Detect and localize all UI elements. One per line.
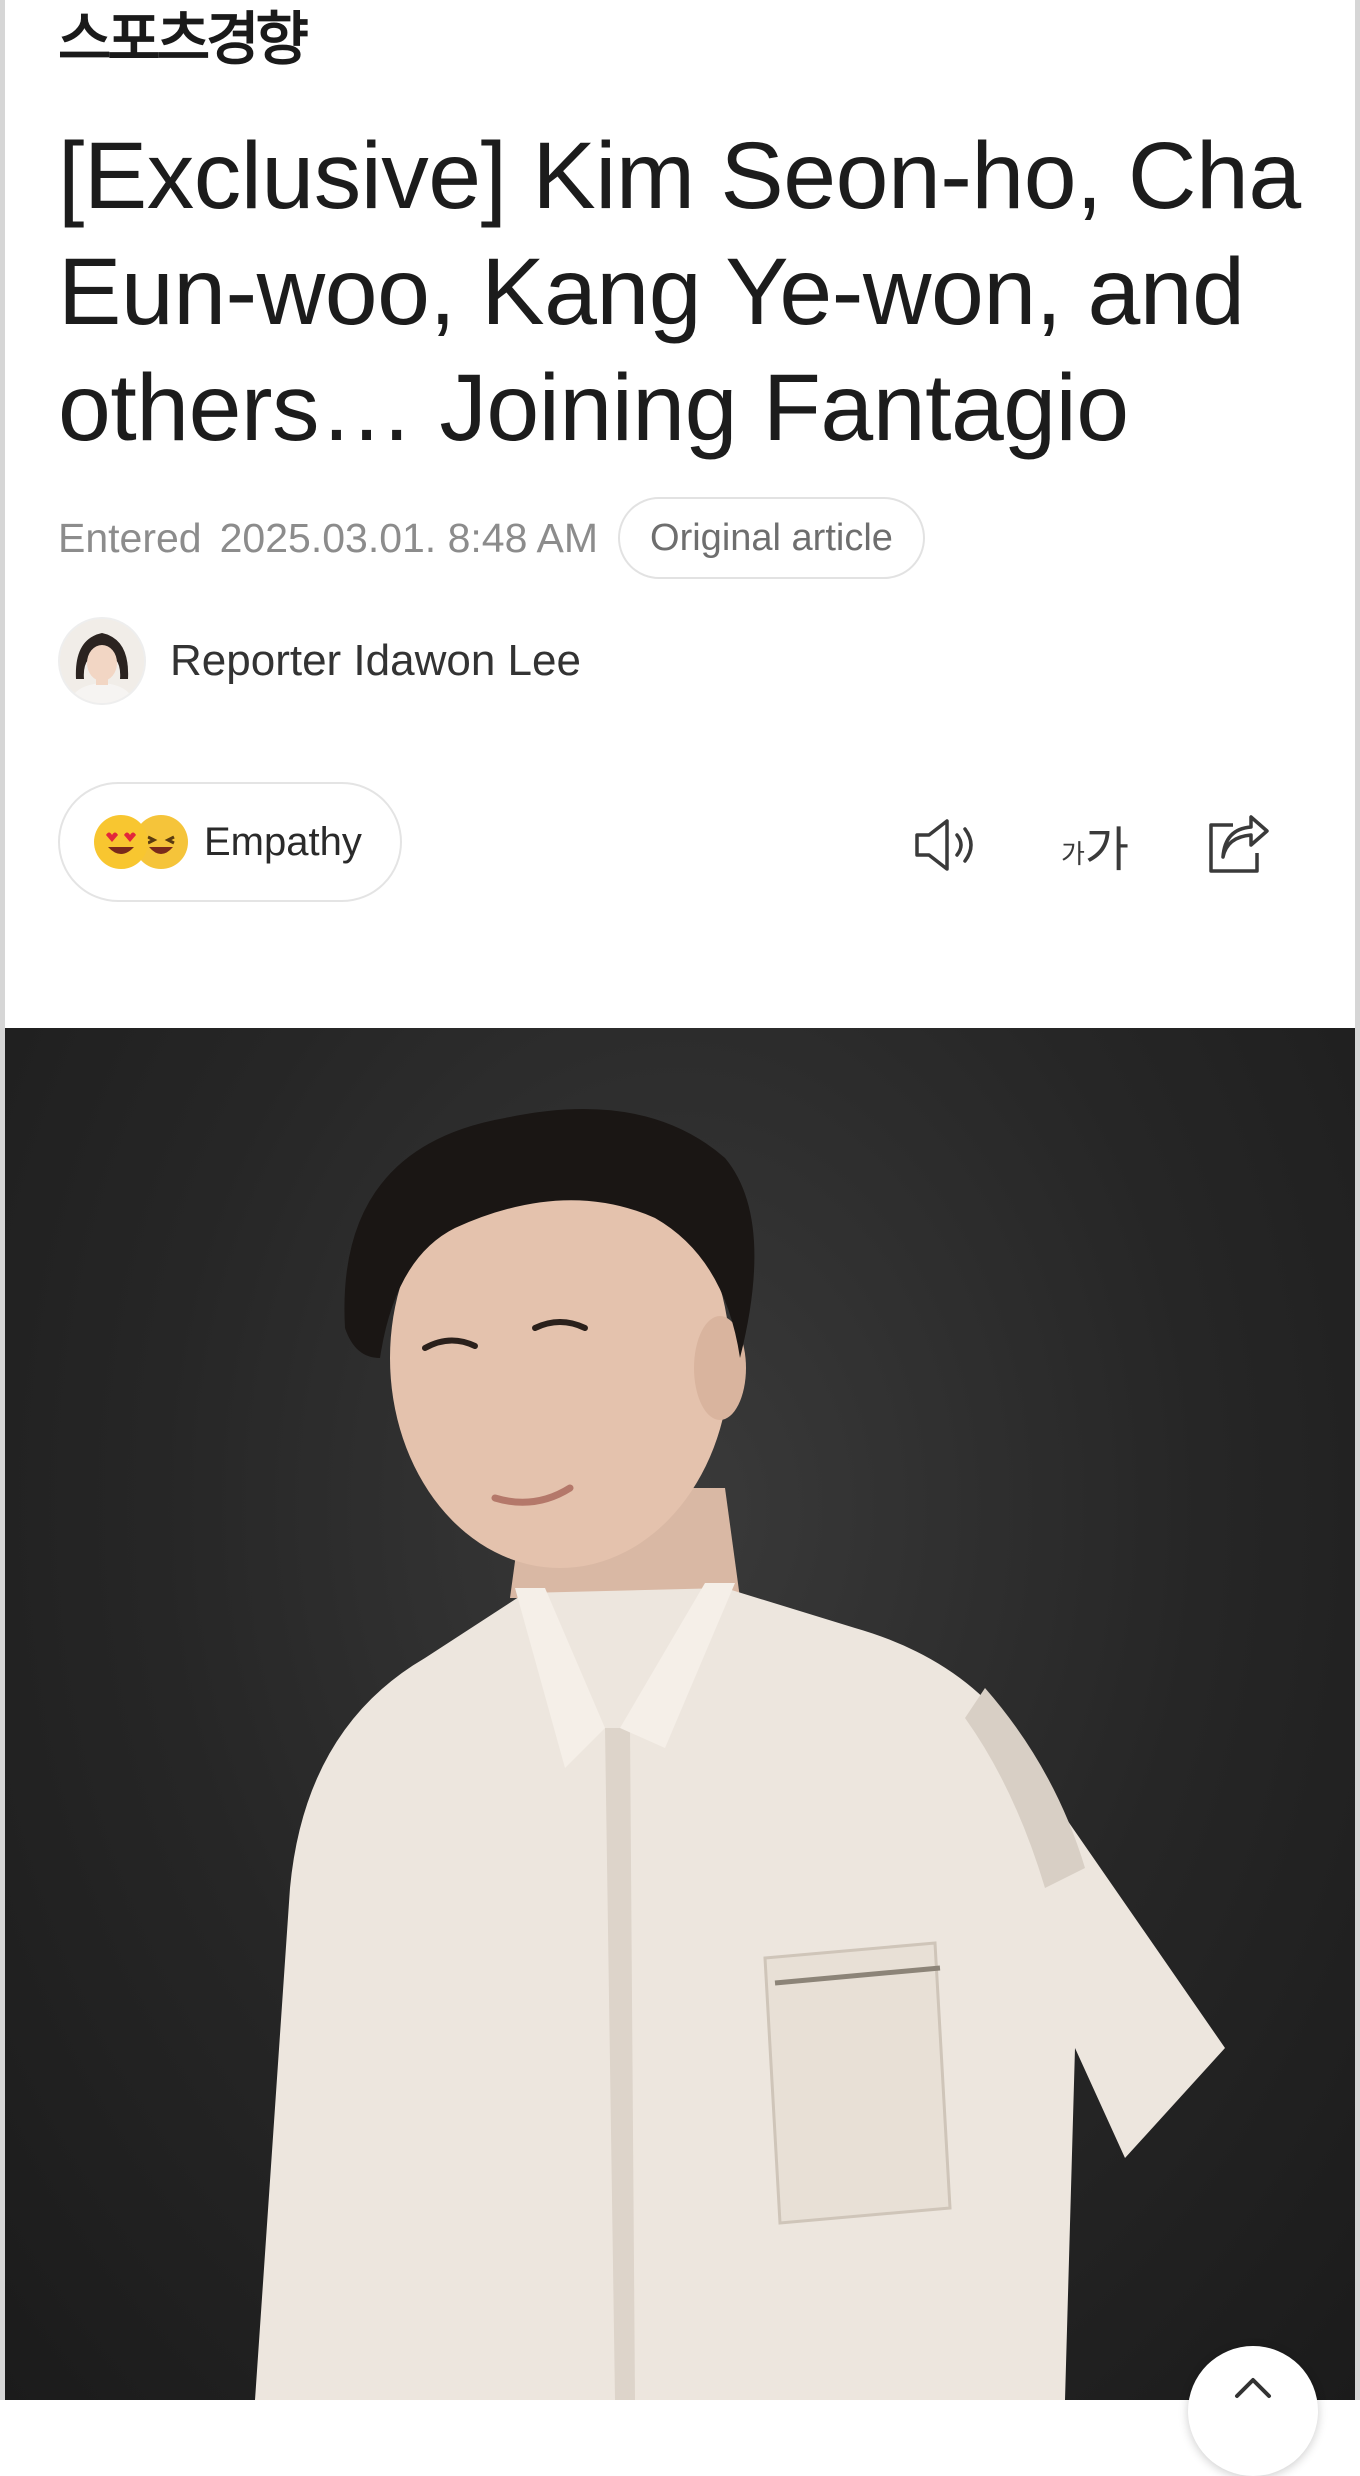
frame-right-edge	[1355, 0, 1360, 2400]
empathy-button[interactable]: Empathy	[58, 782, 402, 902]
empathy-label: Empathy	[204, 819, 362, 864]
share-icon[interactable]	[1198, 805, 1278, 885]
arrow-up-icon	[1235, 2378, 1271, 2398]
article-title: [Exclusive] Kim Seon-ho, Cha Eun-woo, Ka…	[58, 123, 1301, 461]
entered-label: Entered	[58, 514, 202, 561]
font-size-small-glyph: 가	[1060, 839, 1085, 870]
font-size-icon[interactable]: 가 가	[1052, 805, 1138, 885]
heart-eyes-emoji-icon	[94, 815, 148, 869]
original-article-button[interactable]: Original article	[618, 497, 925, 579]
reporter-byline[interactable]: Reporter Idawon Lee	[58, 617, 581, 705]
article-photo	[5, 1028, 1355, 2400]
reporter-name: Reporter Idawon Lee	[170, 636, 581, 685]
reporter-avatar	[58, 617, 146, 705]
speaker-icon[interactable]	[908, 805, 988, 885]
scroll-to-top-button[interactable]	[1188, 2346, 1318, 2476]
masthead-logo[interactable]: 스포츠경향	[58, 6, 309, 72]
article-meta: Entered 2025.03.01. 8:48 AM Original art…	[58, 497, 925, 579]
font-size-large-glyph: 가	[1084, 822, 1130, 878]
entered-date: 2025.03.01. 8:48 AM	[219, 514, 599, 561]
